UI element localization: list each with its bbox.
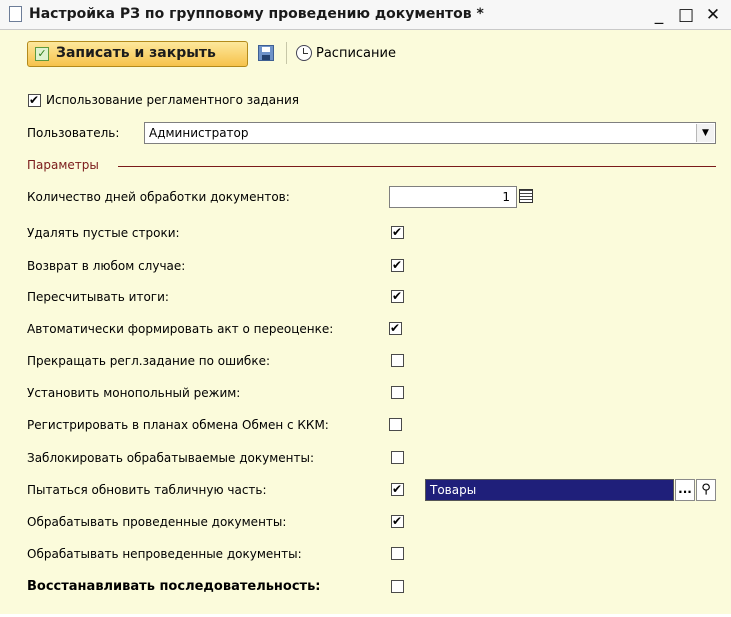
row-label: Возврат в любом случае: — [27, 259, 186, 273]
row-label: Пересчитывать итоги: — [27, 290, 169, 304]
row-label: Удалять пустые строки: — [27, 226, 180, 240]
schedule-button[interactable]: Расписание — [316, 46, 396, 61]
days-value: 1 — [502, 190, 510, 204]
update-table-part-checkbox[interactable] — [391, 481, 404, 497]
params-section-title: Параметры — [27, 158, 99, 172]
user-value: Администратор — [149, 126, 249, 140]
row-label: Регистрировать в планах обмена Обмен с К… — [27, 418, 329, 432]
calculator-icon[interactable] — [519, 189, 533, 203]
close-button[interactable]: ✕ — [702, 4, 724, 26]
row-label: Автоматически формировать акт о переоцен… — [27, 322, 334, 336]
document-icon — [9, 6, 22, 22]
row-label: Восстанавливать последовательность: — [27, 579, 321, 594]
user-field[interactable]: Администратор ▼ — [144, 122, 716, 144]
row-label: Обрабатывать непроведенные документы: — [27, 547, 302, 561]
settings-window: Настройка РЗ по групповому проведению до… — [0, 0, 731, 617]
days-input[interactable]: 1 — [389, 186, 517, 208]
row-label: Пытаться обновить табличную часть: — [27, 483, 267, 497]
recalc-totals-checkbox[interactable] — [391, 288, 404, 304]
save-and-close-button[interactable]: ✓ Записать и закрыть — [27, 41, 248, 67]
window-title: Настройка РЗ по групповому проведению до… — [29, 6, 484, 22]
ok-check-icon: ✓ — [35, 47, 49, 61]
magnifier-icon[interactable]: ⚲ — [696, 479, 716, 501]
dropdown-arrow-icon[interactable]: ▼ — [696, 124, 714, 142]
remove-empty-rows-checkbox[interactable] — [391, 224, 404, 240]
row-label: Обрабатывать проведенные документы: — [27, 515, 287, 529]
exclusive-mode-checkbox[interactable] — [391, 386, 404, 399]
minimize-button[interactable]: _ — [648, 4, 670, 26]
save-and-close-label: Записать и закрыть — [56, 45, 216, 61]
toolbar-separator — [286, 42, 287, 64]
use-task-label: Использование регламентного задания — [46, 93, 299, 107]
table-part-field[interactable]: Товары — [425, 479, 674, 501]
days-label: Количество дней обработки документов: — [27, 190, 290, 204]
process-posted-checkbox[interactable] — [391, 513, 404, 529]
restore-sequence-checkbox[interactable] — [391, 580, 404, 593]
row-label: Установить монопольный режим: — [27, 386, 241, 400]
save-floppy-icon[interactable] — [258, 45, 274, 61]
clock-icon[interactable] — [296, 45, 312, 61]
title-bar: Настройка РЗ по групповому проведению до… — [0, 0, 731, 30]
return-anyway-checkbox[interactable] — [391, 257, 404, 273]
user-label: Пользователь: — [27, 126, 120, 140]
auto-revaluation-act-checkbox[interactable] — [389, 320, 402, 336]
stop-on-error-checkbox[interactable] — [391, 354, 404, 367]
lock-documents-checkbox[interactable] — [391, 451, 404, 464]
select-ellipsis-button[interactable]: ... — [675, 479, 695, 501]
params-divider — [118, 166, 716, 167]
process-unposted-checkbox[interactable] — [391, 547, 404, 560]
row-label: Заблокировать обрабатываемые документы: — [27, 451, 315, 465]
row-label: Прекращать регл.задание по ошибке: — [27, 354, 270, 368]
register-exchange-checkbox[interactable] — [389, 418, 402, 431]
table-part-value: Товары — [430, 483, 477, 497]
use-task-checkbox[interactable] — [28, 92, 41, 108]
maximize-button[interactable]: □ — [675, 4, 697, 26]
